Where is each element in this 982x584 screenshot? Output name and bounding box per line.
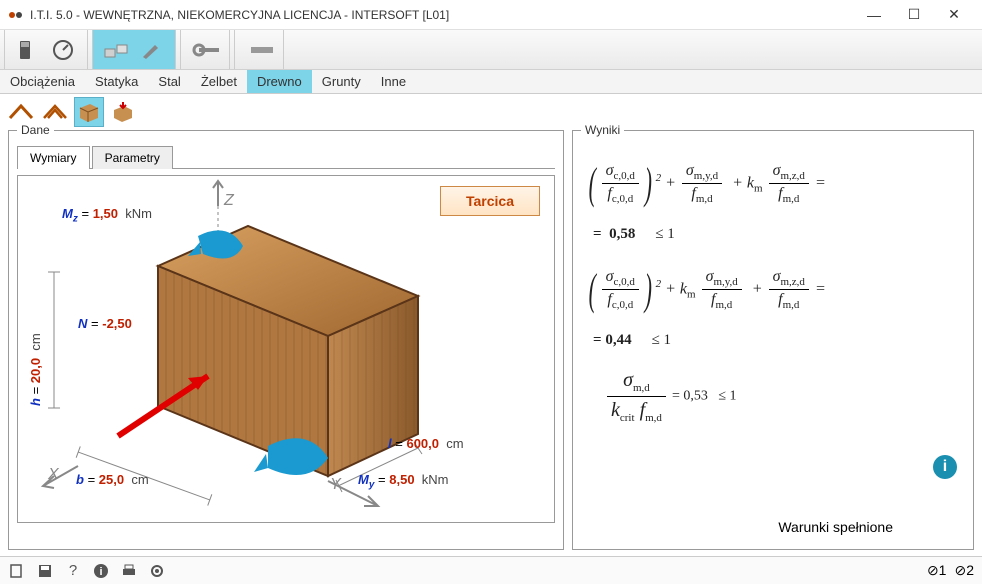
results-body: ( σc,0,d fc,0,d )2 + σm,y,d fm,d + km σm…	[573, 131, 973, 455]
tab-wymiary[interactable]: Wymiary	[17, 146, 90, 169]
settings-icon[interactable]	[148, 562, 166, 580]
wyniki-label: Wyniki	[581, 123, 624, 137]
gauge-icon	[49, 36, 77, 64]
tab-grunty[interactable]: Grunty	[312, 70, 371, 93]
main-toolbar	[0, 30, 982, 70]
new-icon[interactable]	[8, 562, 26, 580]
inner-tabs: Wymiary Parametry	[17, 145, 555, 169]
tool-group-4[interactable]	[234, 30, 284, 69]
dim-h[interactable]: h = 20,0 cm	[28, 333, 43, 406]
info-icon[interactable]: i	[933, 455, 957, 479]
tool-group-2[interactable]	[92, 30, 176, 69]
result-1-value: = 0,58≤ 1	[593, 226, 961, 243]
dim-l[interactable]: l = 600,0 cm	[388, 436, 464, 451]
maximize-button[interactable]: ☐	[894, 1, 934, 29]
content-area: Dane Wymiary Parametry Tarcica	[0, 130, 982, 556]
axis-x: X	[48, 466, 59, 484]
tool-group-3[interactable]	[180, 30, 230, 69]
close-button[interactable]: ✕	[934, 1, 974, 29]
trowel-icon	[137, 36, 165, 64]
conditions-text: Warunki spełnione	[778, 519, 893, 535]
beam-diagram	[18, 176, 554, 522]
diagram-area: Tarcica	[17, 175, 555, 523]
titlebar: I.T.I. 5.0 - WEWNĘTRZNA, NIEKOMERCYJNA L…	[0, 0, 982, 30]
tab-zelbet[interactable]: Żelbet	[191, 70, 247, 93]
timber-load-icon[interactable]	[108, 97, 138, 127]
dim-mz[interactable]: Mz = 1,50 kNm	[62, 206, 152, 225]
help-icon[interactable]: ?	[64, 562, 82, 580]
dim-n[interactable]: N = -2,50	[78, 316, 132, 331]
blocks-icon	[103, 36, 131, 64]
dane-label: Dane	[17, 123, 54, 137]
tab-inne[interactable]: Inne	[371, 70, 416, 93]
result-2-value: = 0,44≤ 1	[593, 332, 961, 349]
calculator-icon	[15, 36, 43, 64]
formula-3: σm,d kcrit fm,d = 0,53 ≤ 1	[605, 367, 961, 425]
axis-z: Z	[224, 192, 234, 210]
wrench-icon	[191, 36, 219, 64]
minimize-button[interactable]: —	[854, 1, 894, 29]
main-tabs: Obciążenia Statyka Stal Żelbet Drewno Gr…	[0, 70, 982, 94]
tab-statyka[interactable]: Statyka	[85, 70, 148, 93]
print-icon[interactable]	[120, 562, 138, 580]
tab-obciazenia[interactable]: Obciążenia	[0, 70, 85, 93]
info-status-icon[interactable]: i	[92, 562, 110, 580]
tab-parametry[interactable]: Parametry	[92, 146, 173, 169]
app-icon	[8, 7, 24, 23]
formula-1: ( σc,0,d fc,0,d )2 + σm,y,d fm,d + km σm…	[585, 155, 961, 212]
tab-drewno[interactable]: Drewno	[247, 70, 312, 93]
svg-text:i: i	[99, 566, 102, 578]
status-indicator-2[interactable]: ⊘2	[954, 562, 974, 579]
window-title: I.T.I. 5.0 - WEWNĘTRZNA, NIEKOMERCYJNA L…	[30, 8, 854, 22]
dim-my[interactable]: My = 8,50 kNm	[358, 472, 449, 491]
tool-group-1[interactable]	[4, 30, 88, 69]
wyniki-panel: Wyniki ( σc,0,d fc,0,d )2 + σm,y,d fm,d …	[572, 130, 974, 550]
pipe-wrench-icon	[245, 36, 273, 64]
tab-stal[interactable]: Stal	[148, 70, 190, 93]
dane-panel: Dane Wymiary Parametry Tarcica	[8, 130, 564, 550]
status-indicator-1[interactable]: ⊘1	[927, 562, 947, 579]
sub-toolbar	[0, 94, 982, 130]
axis-y: Y	[330, 476, 341, 494]
save-icon[interactable]	[36, 562, 54, 580]
formula-2: ( σc,0,d fc,0,d )2 + km σm,y,d fm,d + σm…	[585, 261, 961, 318]
timber-section-icon[interactable]	[74, 97, 104, 127]
dim-b[interactable]: b = 25,0 cm	[76, 472, 149, 487]
